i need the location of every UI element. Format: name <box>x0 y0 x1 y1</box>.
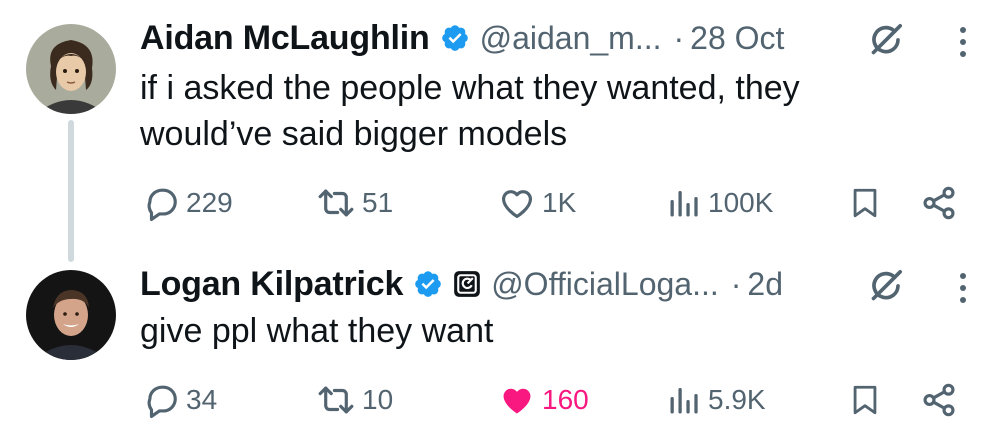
tweet-text: if i asked the people what they wanted, … <box>140 69 800 153</box>
action-bar: 229 51 1K 100K <box>140 178 1008 228</box>
share-button[interactable] <box>920 178 958 228</box>
avatar[interactable] <box>26 270 116 360</box>
bookmark-icon <box>853 385 877 415</box>
views-button[interactable]: 100K <box>666 178 773 228</box>
reply-count: 34 <box>186 384 218 415</box>
tweet-header: Aidan McLaughlin @aidan_m... · 28 Oct <box>140 16 784 60</box>
views-button[interactable]: 5.9K <box>666 375 766 425</box>
share-icon <box>923 383 955 417</box>
like-count: 160 <box>542 384 589 415</box>
thread-connector-line <box>68 120 74 262</box>
verified-badge-icon[interactable] <box>440 23 470 53</box>
repost-button[interactable]: 10 <box>316 375 393 425</box>
reply-icon <box>147 188 177 222</box>
reply-button[interactable]: 34 <box>142 375 217 425</box>
reply-icon <box>147 385 177 419</box>
repost-count: 51 <box>362 187 394 218</box>
author-name[interactable]: Aidan McLaughlin <box>140 19 430 58</box>
action-bar: 34 10 160 5.9K <box>140 375 1008 425</box>
tweet[interactable]: Aidan McLaughlin @aidan_m... · 28 Oct if… <box>0 0 1008 262</box>
share-icon <box>923 186 955 220</box>
like-count: 1K <box>542 187 577 218</box>
view-count: 100K <box>708 187 774 218</box>
tweet[interactable]: Logan Kilpatrick @OfficialLoga... · 2d g… <box>0 250 1008 430</box>
avatar-illustration <box>26 24 116 114</box>
verified-badge-icon[interactable] <box>413 269 443 299</box>
like-icon <box>501 190 533 219</box>
tweet-header: Logan Kilpatrick @OfficialLoga... · 2d <box>140 262 783 306</box>
separator-dot: · <box>673 19 685 56</box>
reply-count: 229 <box>186 187 233 218</box>
author-handle[interactable]: @aidan_m... <box>480 20 662 57</box>
more-icon[interactable] <box>955 24 971 60</box>
like-icon <box>503 388 531 414</box>
reply-button[interactable]: 229 <box>142 178 233 228</box>
avatar-photo <box>26 270 116 360</box>
author-handle[interactable]: @OfficialLoga... <box>491 266 719 303</box>
grok-icon[interactable] <box>866 266 906 306</box>
repost-count: 10 <box>362 384 394 415</box>
bookmark-button[interactable] <box>848 178 882 228</box>
timestamp[interactable]: 2d <box>747 266 783 303</box>
bookmark-button[interactable] <box>848 375 882 425</box>
like-button[interactable]: 1K <box>498 178 576 228</box>
tweet-text: give ppl what they want <box>140 312 494 350</box>
share-button[interactable] <box>920 375 958 425</box>
like-button[interactable]: 160 <box>498 375 589 425</box>
more-icon[interactable] <box>955 270 971 306</box>
views-icon <box>670 191 698 217</box>
grok-icon[interactable] <box>866 20 906 60</box>
repost-icon <box>318 189 354 217</box>
avatar[interactable] <box>26 24 116 114</box>
view-count: 5.9K <box>708 384 766 415</box>
timestamp[interactable]: 28 Oct <box>690 20 784 57</box>
affiliation-badge-icon[interactable] <box>453 270 481 298</box>
bookmark-icon <box>853 188 877 218</box>
author-name[interactable]: Logan Kilpatrick <box>140 265 403 304</box>
separator-dot: · <box>730 265 742 302</box>
repost-button[interactable]: 51 <box>316 178 393 228</box>
repost-icon <box>318 386 354 414</box>
views-icon <box>670 388 698 414</box>
